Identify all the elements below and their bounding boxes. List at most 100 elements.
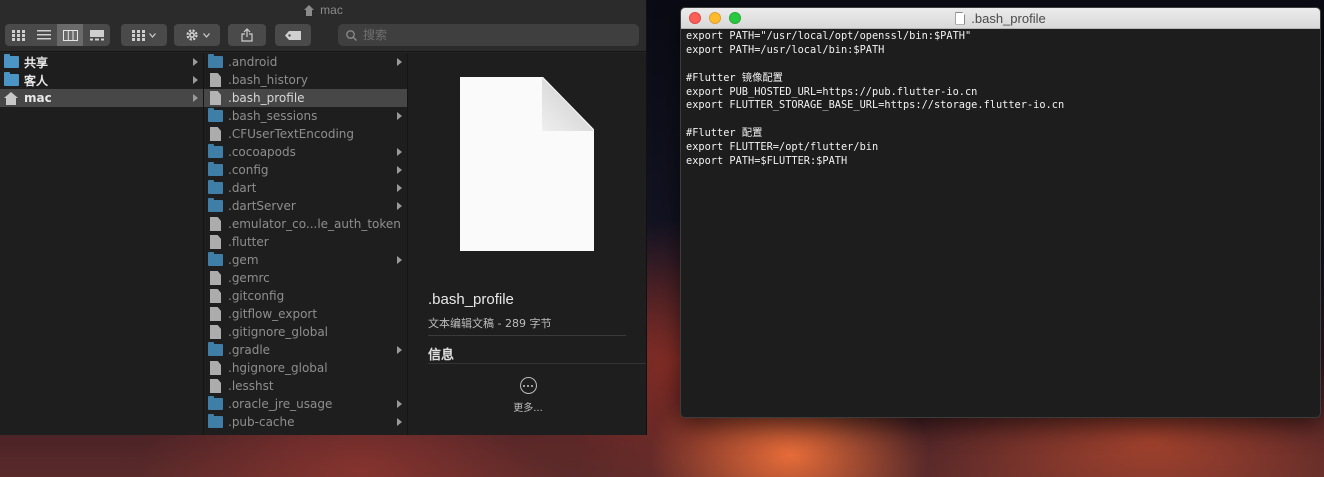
file-list-column: .android .bash_history .bash_profile .bash_… (204, 53, 408, 435)
file-list-item[interactable]: .pub-cache (204, 413, 407, 431)
file-list-item[interactable]: .hgignore_global (204, 359, 407, 377)
file-list-item[interactable]: .bash_sessions (204, 107, 407, 125)
action-button[interactable] (174, 24, 220, 46)
file-list-item[interactable]: .flutter (204, 233, 407, 251)
more-icon (519, 377, 537, 394)
terminal-line: #Flutter 配置 (686, 127, 763, 140)
file-name: .lesshst (228, 379, 274, 393)
group-by-button[interactable] (121, 24, 167, 46)
list-icon (37, 30, 51, 40)
terminal-line: #Flutter 镜像配置 (686, 71, 783, 84)
file-icon (210, 379, 221, 393)
minimize-button[interactable] (709, 12, 721, 24)
sidebar-item-mac[interactable]: mac (0, 89, 203, 107)
file-list-item[interactable]: .bash_profile (204, 89, 407, 107)
file-list-item[interactable]: .gitflow_export (204, 305, 407, 323)
file-list-item[interactable]: .dartServer (204, 197, 407, 215)
folder-icon (208, 198, 223, 212)
folder-icon (208, 144, 223, 158)
sidebar-item-guest[interactable]: 客人 (0, 71, 203, 89)
file-icon (210, 235, 221, 249)
icon-view-button[interactable] (5, 24, 31, 46)
folder-icon (208, 54, 223, 68)
window-controls (689, 12, 741, 24)
share-button[interactable] (228, 24, 266, 46)
file-icon (210, 91, 221, 105)
file-name: .oracle_jre_usage (228, 397, 333, 411)
finder-title: mac (320, 3, 343, 17)
folder-icon (208, 252, 223, 266)
terminal-titlebar[interactable]: .bash_profile (681, 8, 1320, 29)
terminal-content[interactable]: export PATH="/usr/local/opt/openssl/bin:… (681, 29, 1320, 170)
file-list-item[interactable]: .dart (204, 179, 407, 197)
file-name: .gitignore_global (228, 325, 329, 339)
file-list-item[interactable]: .CFUserTextEncoding (204, 125, 407, 143)
close-button[interactable] (689, 12, 701, 24)
file-name: .bash_history (228, 73, 308, 87)
file-name: .emulator_co...le_auth_token (228, 217, 401, 231)
sidebar-column: 共享 客人 mac (0, 53, 204, 435)
folder-icon (208, 162, 223, 176)
file-icon (210, 361, 221, 375)
terminal-title: .bash_profile (971, 10, 1046, 26)
finder-titlebar[interactable]: mac (0, 0, 646, 20)
file-icon (210, 271, 221, 285)
chevron-right-icon (397, 58, 402, 66)
file-name: .flutter (228, 235, 269, 249)
file-list-item[interactable]: .oracle_jre_usage (204, 395, 407, 413)
tag-button[interactable] (275, 24, 311, 46)
columns-icon (62, 29, 78, 41)
file-list-item[interactable]: .gitignore_global (204, 323, 407, 341)
file-name: .CFUserTextEncoding (228, 127, 355, 141)
folder-icon (208, 396, 223, 410)
divider (428, 335, 626, 336)
file-list-item[interactable]: .lesshst (204, 377, 407, 395)
file-name: .hgignore_global (228, 361, 328, 375)
gallery-icon (89, 29, 104, 40)
chevron-right-icon (397, 418, 402, 426)
info-heading: 信息 (428, 348, 455, 363)
file-icon (210, 307, 221, 321)
document-icon (955, 11, 966, 25)
search-input[interactable] (363, 28, 603, 42)
file-name: .gem (228, 253, 259, 267)
list-view-button[interactable] (31, 24, 57, 46)
tag-icon (285, 30, 301, 40)
finder-toolbar (0, 20, 646, 52)
finder-window: mac 搜索 共享 客人 mac .android .bash_history … (0, 0, 647, 435)
file-icon (210, 325, 221, 339)
gallery-view-button[interactable] (83, 24, 110, 46)
file-list-item[interactable]: .bash_history (204, 71, 407, 89)
file-list-item[interactable]: .gem (204, 251, 407, 269)
chevron-right-icon (397, 202, 402, 210)
folder-icon (4, 54, 19, 68)
document-preview-icon (460, 77, 594, 251)
grid-icon (11, 29, 25, 41)
file-list-item[interactable]: .gradle (204, 341, 407, 359)
file-name: .dartServer (228, 199, 296, 213)
terminal-line: export FLUTTER_STORAGE_BASE_URL=https://… (686, 99, 1065, 112)
chevron-right-icon (193, 94, 198, 102)
file-list-item[interactable]: .gemrc (204, 269, 407, 287)
zoom-button[interactable] (729, 12, 741, 24)
chevron-down-icon (202, 32, 210, 38)
chevron-right-icon (397, 184, 402, 192)
file-name: .bash_profile (228, 91, 305, 105)
group-grid-icon (132, 29, 145, 41)
terminal-window: .bash_profile export PATH="/usr/local/op… (680, 7, 1321, 418)
file-list-item[interactable]: .gitconfig (204, 287, 407, 305)
file-name: .dart (228, 181, 257, 195)
column-view-button[interactable] (57, 24, 83, 46)
preview-pane: .bash_profile 文本编辑文稿 - 289 字节 信息 更多... (408, 53, 646, 435)
file-list-item[interactable]: .config (204, 161, 407, 179)
terminal-line: export PATH=$FLUTTER:$PATH (686, 155, 848, 168)
file-name: .gitconfig (228, 289, 285, 303)
file-list-item[interactable]: .emulator_co...le_auth_token (204, 215, 407, 233)
file-list-item[interactable]: .cocoapods (204, 143, 407, 161)
file-name: .android (228, 55, 278, 69)
sidebar-item-shared[interactable]: 共享 (0, 53, 203, 71)
search-field[interactable] (338, 24, 639, 46)
file-list-item[interactable]: .android (204, 53, 407, 71)
more-button[interactable]: 更多... (508, 377, 548, 417)
